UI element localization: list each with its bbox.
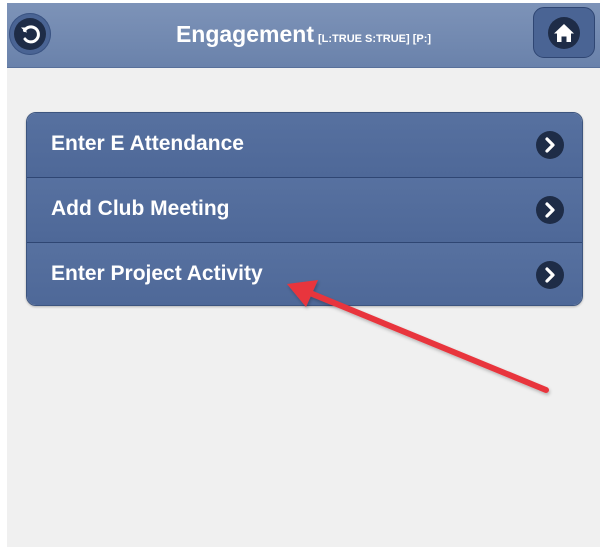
menu-item-enter-e-attendance[interactable]: Enter E Attendance [27, 113, 582, 178]
chevron-right-icon [536, 261, 564, 289]
menu-item-enter-project-activity[interactable]: Enter Project Activity [27, 243, 582, 305]
page-title-text: Engagement [175, 21, 314, 47]
engagement-menu: Enter E Attendance Add Club Meeting Ente… [26, 112, 583, 306]
menu-item-label: Enter Project Activity [51, 262, 263, 285]
chevron-right-icon [536, 196, 564, 224]
home-icon [548, 17, 580, 49]
menu-item-label: Add Club Meeting [51, 197, 230, 220]
page-title: Engagement [L:TRUE S:TRUE] [P:] [7, 21, 600, 48]
home-button[interactable] [533, 7, 595, 58]
menu-item-add-club-meeting[interactable]: Add Club Meeting [27, 178, 582, 243]
menu-item-label: Enter E Attendance [51, 132, 244, 155]
app-screen: Engagement [L:TRUE S:TRUE] [P:] Enter E A… [7, 3, 600, 547]
chevron-right-icon [536, 131, 564, 159]
status-text: [L:TRUE S:TRUE] [P:] [317, 33, 432, 45]
header-bar: Engagement [L:TRUE S:TRUE] [P:] [7, 3, 600, 68]
